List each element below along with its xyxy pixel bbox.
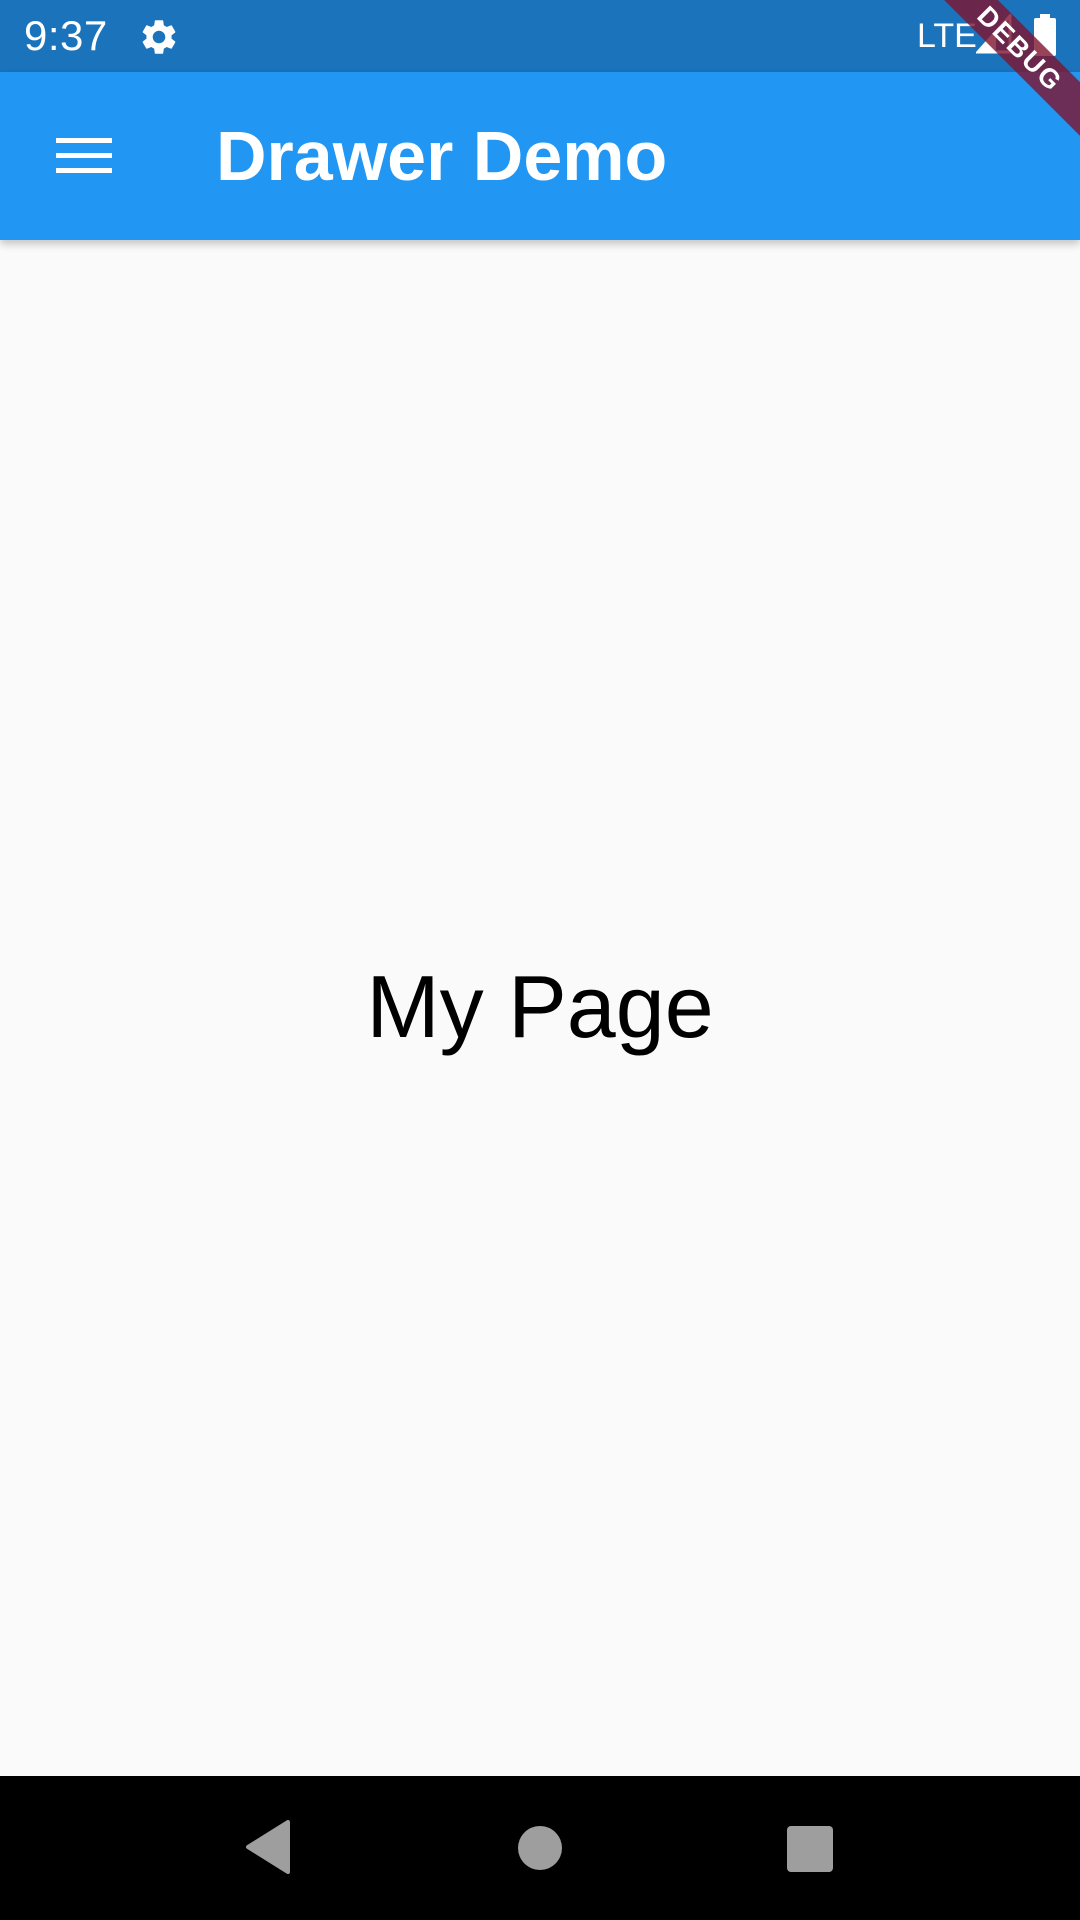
app-title: Drawer Demo — [216, 117, 668, 195]
status-bar: 9:37 LTE — [0, 0, 1080, 72]
app-bar: Drawer Demo — [0, 72, 1080, 240]
hamburger-menu-icon — [56, 138, 112, 173]
gear-icon — [138, 16, 180, 58]
recents-icon[interactable] — [787, 1826, 833, 1872]
status-time: 9:37 — [24, 12, 108, 59]
page-body: My Page — [0, 240, 1080, 1776]
back-icon[interactable] — [244, 1820, 292, 1874]
home-icon[interactable] — [518, 1826, 562, 1870]
page-text: My Page — [366, 957, 714, 1056]
screen: 9:37 LTE Drawer Demo DEBUG My Page — [0, 0, 1080, 1920]
navigation-bar — [0, 1776, 1080, 1920]
menu-button[interactable] — [36, 108, 132, 204]
